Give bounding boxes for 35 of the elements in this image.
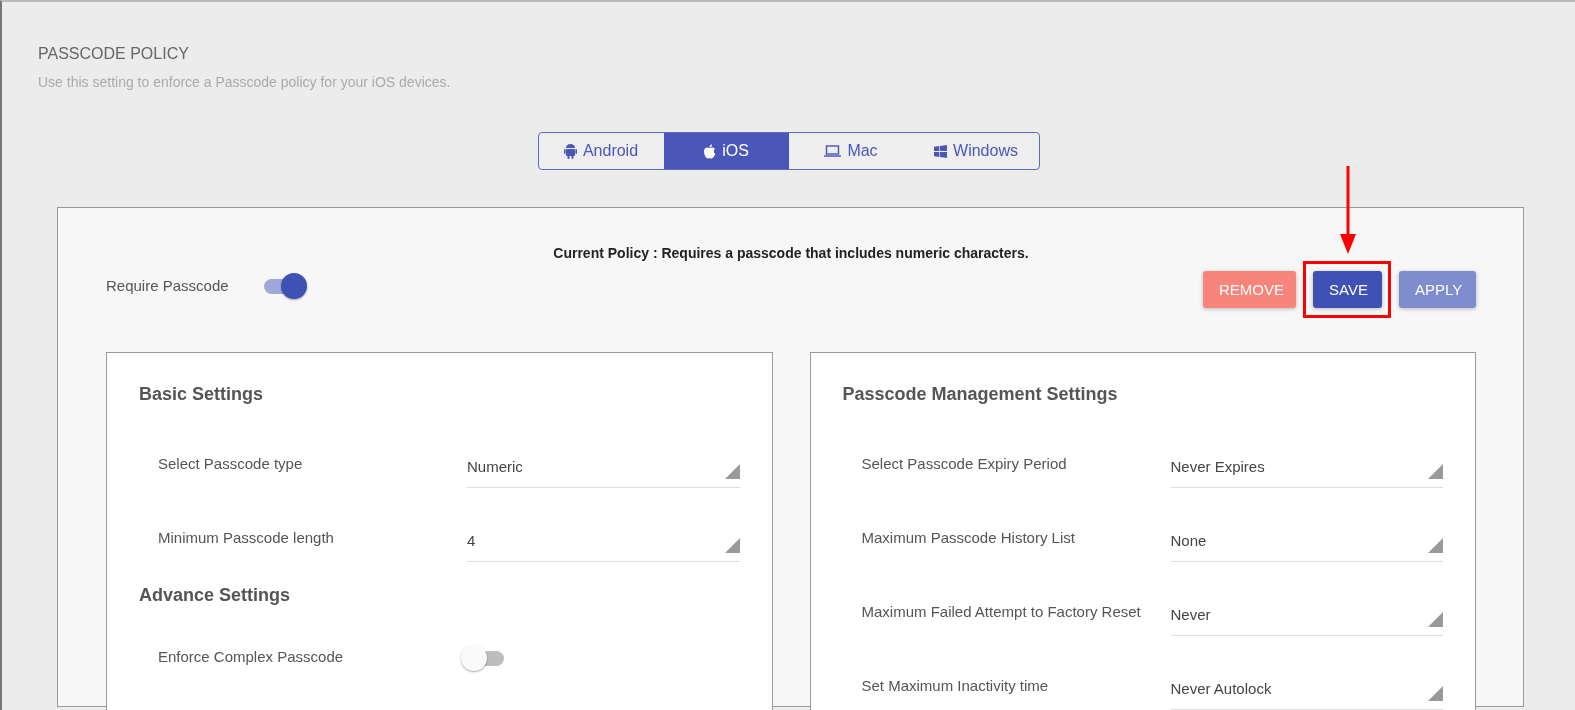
dropdown-corner-icon [724, 538, 740, 553]
field-label: Set Maximum Inactivity time [861, 676, 1050, 696]
platform-tab[interactable]: Android [538, 133, 664, 169]
apple-icon [703, 143, 717, 159]
dropdown-corner-icon [1428, 686, 1443, 701]
platform-tab[interactable]: Mac [788, 133, 914, 169]
select-dropdown[interactable]: 4 [467, 524, 740, 562]
field-label: Enforce Complex Passcode [158, 647, 345, 667]
field-label: Minimum Passcode length [158, 528, 335, 548]
section-heading: Basic Settings [139, 383, 265, 406]
require-passcode-label: Require Passcode [106, 277, 229, 294]
field-label: Maximum Passcode History List [861, 528, 1076, 548]
dropdown-corner-icon [1428, 612, 1443, 627]
dropdown-corner-icon [1428, 464, 1443, 479]
field-label: Select Passcode Expiry Period [861, 454, 1068, 474]
dropdown-corner-icon [1428, 538, 1443, 553]
section-heading: Advance Settings [139, 584, 292, 607]
dropdown-corner-icon [724, 464, 740, 479]
section-heading: Passcode Management Settings [842, 383, 1119, 406]
select-dropdown[interactable]: Never Autolock [1170, 672, 1443, 710]
page-description: Use this setting to enforce a Passcode policy for your iOS devices. [38, 74, 452, 90]
laptop-icon [824, 145, 842, 157]
platform-tab[interactable]: Windows [913, 133, 1039, 169]
platform-tab[interactable]: iOS [663, 133, 789, 169]
action-button[interactable]: SAVE [1313, 271, 1382, 308]
page-title: PASSCODE POLICY [38, 45, 190, 63]
windows-icon [934, 144, 948, 158]
select-dropdown[interactable]: Never Expires [1170, 450, 1443, 488]
current-policy-text: Current Policy : Requires a passcode that includes numeric characters. [552, 245, 1030, 261]
field-label: Maximum Failed Attempt to Factory Reset [861, 602, 1142, 622]
android-icon [563, 143, 577, 159]
select-dropdown[interactable]: Numeric [467, 450, 740, 488]
select-dropdown[interactable]: Never [1170, 598, 1443, 636]
field-label: Select Passcode type [158, 454, 304, 474]
select-dropdown[interactable]: None [1170, 524, 1443, 562]
